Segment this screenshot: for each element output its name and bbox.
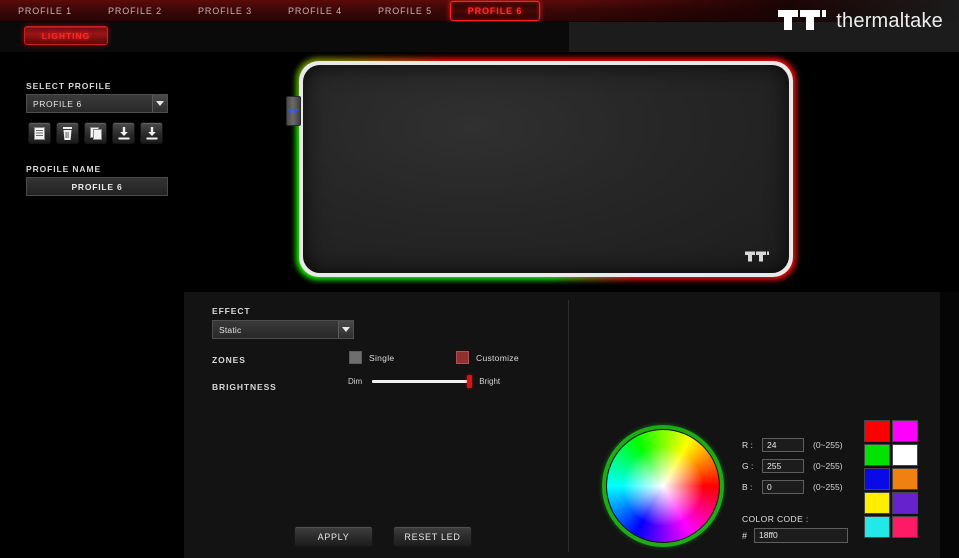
palette-swatch-9[interactable] — [892, 516, 918, 538]
brightness-slider-thumb[interactable] — [467, 375, 473, 388]
rgb-row-red: R : 24 (0~255) — [742, 438, 843, 452]
zone-option-customize[interactable]: Customize — [456, 351, 519, 364]
select-profile-value: PROFILE 6 — [33, 98, 82, 109]
left-sidebar: SELECT PROFILE PROFILE 6 PROFILE NAME PR… — [0, 52, 184, 558]
red-range-hint: (0~255) — [813, 440, 843, 450]
red-label: R : — [742, 440, 753, 450]
color-wheel-ring — [602, 425, 724, 547]
apply-button[interactable]: APPLY — [294, 526, 373, 547]
palette-swatch-5[interactable] — [892, 468, 918, 490]
profile-name-label: PROFILE NAME — [26, 164, 102, 174]
export-profile-icon[interactable] — [140, 122, 163, 144]
zone-option-single[interactable]: Single — [349, 351, 394, 364]
rgb-inputs: R : 24 (0~255) G : 255 (0~255) B : 0 (0~… — [742, 438, 843, 501]
zones-label: ZONES — [212, 355, 246, 365]
new-profile-icon[interactable] — [28, 122, 51, 144]
select-profile-dropdown[interactable]: PROFILE 6 — [26, 94, 168, 113]
green-range-hint: (0~255) — [813, 461, 843, 471]
mousepad-tt-logo-icon — [745, 251, 769, 262]
chevron-down-icon[interactable] — [152, 95, 167, 112]
itake-lighting-app: PROFILE 1 PROFILE 2 PROFILE 3 PROFILE 4 … — [0, 0, 959, 558]
effect-value: Static — [219, 324, 242, 335]
zone-single-label: Single — [369, 352, 395, 363]
red-input[interactable]: 24 — [762, 438, 804, 452]
import-profile-icon[interactable] — [112, 122, 135, 144]
lighting-tab-button[interactable]: LIGHTING — [24, 26, 108, 45]
green-label: G : — [742, 461, 754, 471]
action-buttons: APPLY RESET LED — [294, 526, 472, 547]
blue-label: B : — [742, 482, 753, 492]
device-preview-stage — [184, 52, 959, 292]
brightness-min-label: Dim — [348, 377, 363, 386]
brightness-control: Dim Bright — [348, 375, 501, 388]
settings-panel: EFFECT Static ZONES Single Customize BRI… — [184, 292, 940, 558]
color-code-input[interactable]: 18ff0 — [754, 528, 849, 543]
color-palette — [864, 420, 918, 538]
brightness-label: BRIGHTNESS — [212, 382, 277, 392]
rgb-row-green: G : 255 (0~255) — [742, 459, 843, 473]
brightness-max-label: Bright — [479, 377, 501, 386]
chevron-down-icon[interactable] — [338, 321, 353, 338]
reset-led-button[interactable]: RESET LED — [393, 526, 472, 547]
tab-profile-1[interactable]: PROFILE 1 — [0, 0, 90, 22]
effect-dropdown[interactable]: Static — [212, 320, 354, 339]
tab-profile-5[interactable]: PROFILE 5 — [360, 0, 450, 22]
zone-customize-swatch — [456, 351, 469, 364]
select-profile-label: SELECT PROFILE — [26, 81, 112, 91]
rgb-row-blue: B : 0 (0~255) — [742, 480, 843, 494]
mousepad-surface — [303, 65, 789, 273]
brand-logo: thermaltake — [776, 8, 943, 34]
tab-profile-4[interactable]: PROFILE 4 — [270, 0, 360, 22]
palette-swatch-4[interactable] — [864, 468, 890, 490]
palette-swatch-8[interactable] — [864, 516, 890, 538]
usb-connector-icon — [286, 96, 301, 126]
palette-swatch-3[interactable] — [892, 444, 918, 466]
zone-single-swatch — [349, 351, 362, 364]
color-code-label: COLOR CODE : — [742, 514, 809, 524]
profile-action-buttons — [28, 122, 163, 144]
tab-profile-2[interactable]: PROFILE 2 — [90, 0, 180, 22]
thermaltake-tt-logo-icon — [778, 10, 827, 30]
effect-label: EFFECT — [212, 306, 251, 316]
profile-tabs: PROFILE 1 PROFILE 2 PROFILE 3 PROFILE 4 … — [0, 0, 540, 22]
palette-swatch-1[interactable] — [892, 420, 918, 442]
brand-name: thermaltake — [836, 9, 943, 32]
zone-customize-label: Customize — [476, 352, 519, 363]
palette-swatch-0[interactable] — [864, 420, 890, 442]
hash-symbol: # — [742, 530, 748, 541]
color-wheel[interactable] — [602, 425, 724, 547]
profile-name-input[interactable]: PROFILE 6 — [26, 177, 168, 196]
tab-profile-3[interactable]: PROFILE 3 — [180, 0, 270, 22]
brightness-slider[interactable] — [372, 375, 473, 388]
panel-divider — [568, 300, 569, 552]
delete-profile-icon[interactable] — [56, 122, 79, 144]
mousepad-preview[interactable] — [286, 58, 796, 280]
palette-swatch-7[interactable] — [892, 492, 918, 514]
palette-swatch-2[interactable] — [864, 444, 890, 466]
color-code-row: # 18ff0 — [742, 528, 849, 543]
palette-swatch-6[interactable] — [864, 492, 890, 514]
copy-profile-icon[interactable] — [84, 122, 107, 144]
header-area: thermaltake — [0, 10, 959, 52]
blue-input[interactable]: 0 — [762, 480, 804, 494]
green-input[interactable]: 255 — [762, 459, 804, 473]
tab-profile-6[interactable]: PROFILE 6 — [450, 1, 540, 21]
blue-range-hint: (0~255) — [813, 482, 843, 492]
